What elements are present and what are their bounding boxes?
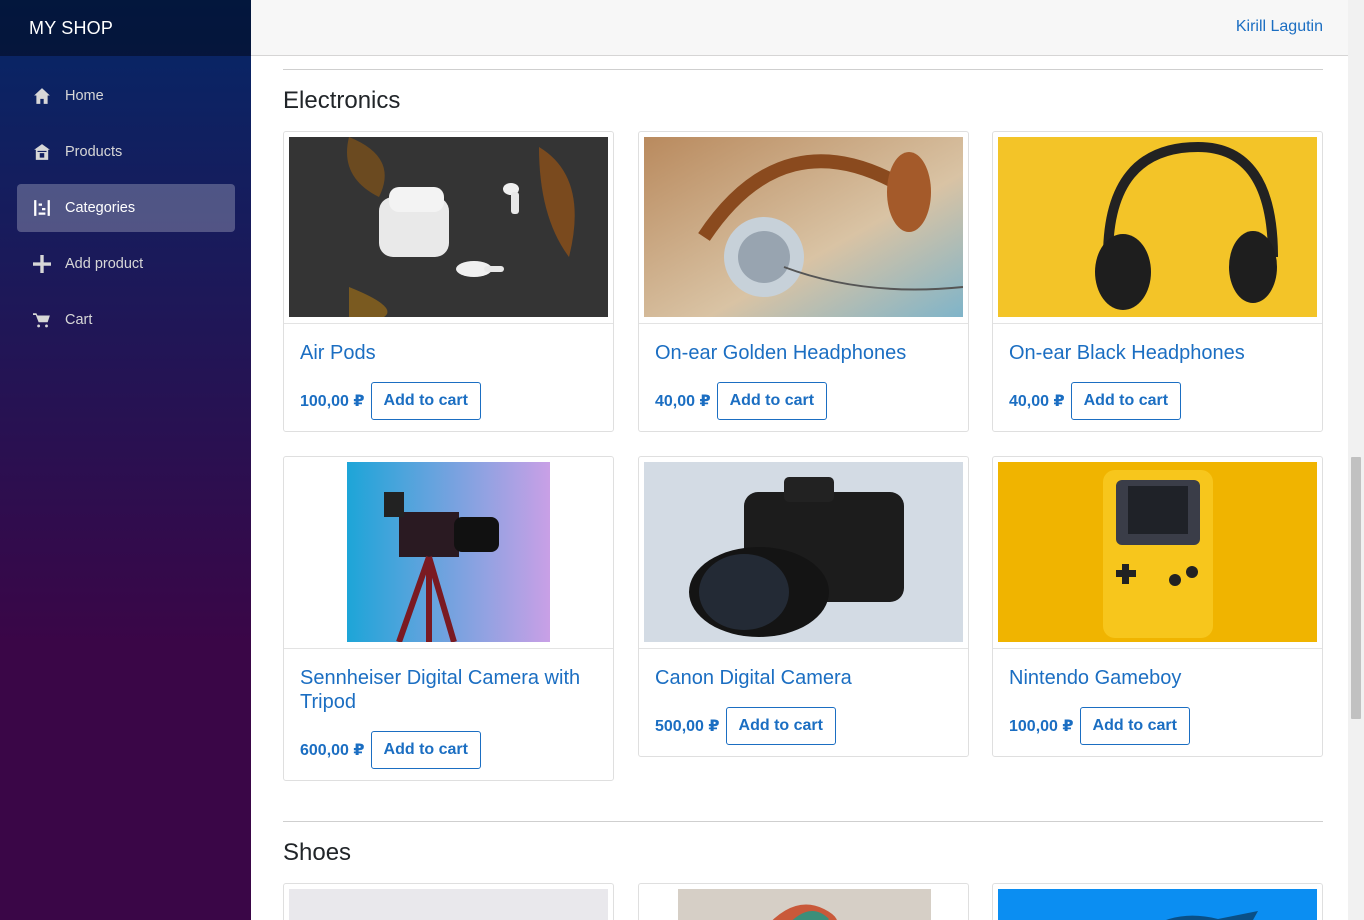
sidebar-item-label: Add product — [65, 256, 144, 272]
product-price: 40,00 ₽ — [1009, 393, 1065, 410]
home-icon — [33, 87, 51, 105]
brand-logo[interactable]: MY SHOP — [29, 18, 113, 39]
nav-menu: Home Products Categories Add product Car… — [0, 56, 251, 344]
user-link[interactable]: Kirill Lagutin — [1236, 18, 1323, 36]
product-title[interactable]: Sennheiser Digital Camera with Tripod — [300, 666, 597, 714]
category-section-electronics: Electronics — [283, 69, 1323, 115]
product-image[interactable] — [644, 462, 963, 642]
product-price: 600,00 ₽ — [300, 742, 365, 759]
product-price: 500,00 ₽ — [655, 718, 720, 735]
sidebar-item-label: Home — [65, 88, 104, 104]
product-title[interactable]: On-ear Black Headphones — [1009, 341, 1306, 365]
top-bar: Kirill Lagutin — [251, 0, 1348, 56]
sidebar-item-label: Products — [65, 144, 123, 160]
sidebar: MY SHOP Home Products Categories Add pro… — [0, 0, 251, 920]
add-to-cart-button[interactable]: Add to cart — [370, 731, 481, 769]
product-price: 100,00 ₽ — [300, 393, 365, 410]
category-section-shoes: Shoes — [283, 821, 1323, 867]
product-card — [283, 883, 614, 920]
sidebar-item-home[interactable]: Home — [17, 72, 235, 120]
section-title: Shoes — [283, 839, 352, 866]
add-to-cart-button[interactable]: Add to cart — [1079, 707, 1190, 745]
product-card: Canon Digital Camera 500,00 ₽ Add to car… — [638, 456, 969, 757]
sidebar-item-label: Categories — [65, 200, 136, 216]
add-to-cart-button[interactable]: Add to cart — [725, 707, 836, 745]
sidebar-item-categories[interactable]: Categories — [17, 184, 235, 232]
product-price: 100,00 ₽ — [1009, 718, 1074, 735]
scrollbar-thumb[interactable] — [1351, 457, 1361, 719]
sidebar-item-label: Cart — [65, 312, 93, 328]
cart-icon — [33, 311, 51, 329]
add-to-cart-button[interactable]: Add to cart — [1070, 382, 1182, 420]
sidebar-item-add-product[interactable]: Add product — [17, 240, 235, 288]
product-image[interactable] — [644, 137, 963, 317]
product-image[interactable] — [289, 462, 608, 642]
sidebar-item-cart[interactable]: Cart — [17, 296, 235, 344]
product-image[interactable] — [289, 889, 608, 920]
plus-icon — [33, 255, 51, 273]
scrollbar[interactable] — [1348, 0, 1364, 920]
add-to-cart-button[interactable]: Add to cart — [716, 382, 828, 420]
product-card — [638, 883, 969, 920]
brand-bar: MY SHOP — [0, 0, 251, 56]
product-price: 40,00 ₽ — [655, 393, 711, 410]
product-image[interactable] — [644, 889, 963, 920]
product-card: Nintendo Gameboy 100,00 ₽ Add to cart — [992, 456, 1323, 757]
product-card: On-ear Golden Headphones 40,00 ₽ Add to … — [638, 131, 969, 432]
product-card: Air Pods 100,00 ₽ Add to cart — [283, 131, 614, 432]
sidebar-item-products[interactable]: Products — [17, 128, 235, 176]
add-to-cart-button[interactable]: Add to cart — [370, 382, 481, 420]
section-divider — [283, 821, 1323, 822]
categories-icon — [33, 199, 51, 217]
product-title[interactable]: Air Pods — [300, 341, 597, 365]
product-image[interactable] — [998, 462, 1317, 642]
product-image[interactable] — [289, 137, 608, 317]
section-title: Electronics — [283, 87, 401, 114]
product-title[interactable]: On-ear Golden Headphones — [655, 341, 952, 365]
product-card: On-ear Black Headphones 40,00 ₽ Add to c… — [992, 131, 1323, 432]
product-title[interactable]: Canon Digital Camera — [655, 666, 952, 690]
product-image[interactable] — [998, 137, 1317, 317]
product-card: Sennheiser Digital Camera with Tripod 60… — [283, 456, 614, 781]
store-icon — [33, 143, 51, 161]
product-image[interactable] — [998, 889, 1317, 920]
section-divider — [283, 69, 1323, 70]
product-title[interactable]: Nintendo Gameboy — [1009, 666, 1306, 690]
product-card — [992, 883, 1323, 920]
